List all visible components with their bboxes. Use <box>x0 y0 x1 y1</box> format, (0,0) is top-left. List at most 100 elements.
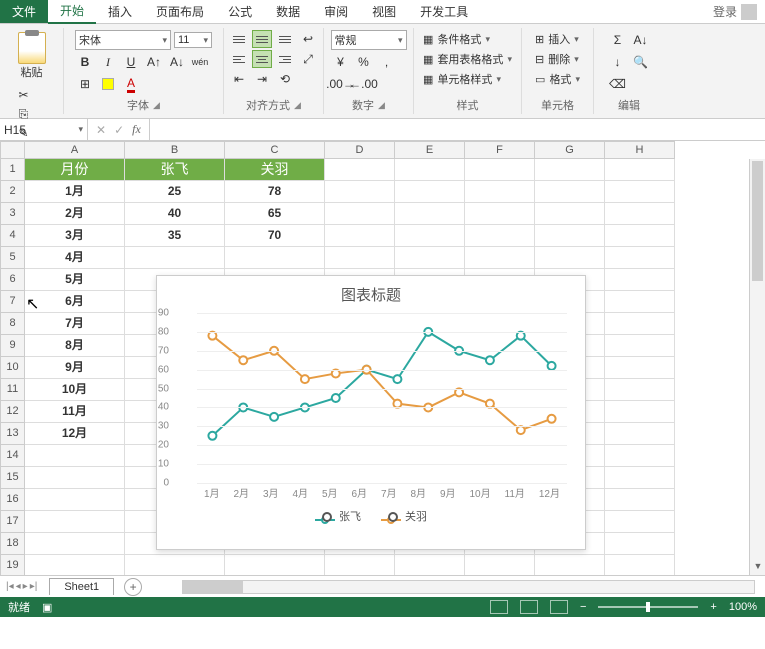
tab-formula[interactable]: 公式 <box>216 0 264 23</box>
cell-H12[interactable] <box>605 401 675 423</box>
cell-B19[interactable] <box>125 555 225 575</box>
number-format-select[interactable]: 常规▾ <box>331 30 407 50</box>
sheet-nav-first[interactable]: |◂ <box>6 581 14 592</box>
cell-E1[interactable] <box>395 159 465 181</box>
phonetic-button[interactable]: wén <box>190 52 210 72</box>
font-size-select[interactable]: 11▾ <box>174 32 212 48</box>
fill-color-button[interactable] <box>98 74 118 94</box>
cell-B5[interactable] <box>125 247 225 269</box>
cell-F2[interactable] <box>465 181 535 203</box>
cell-A3[interactable]: 2月 <box>25 203 125 225</box>
cell-G3[interactable] <box>535 203 605 225</box>
align-right-button[interactable] <box>275 50 295 68</box>
row-header-9[interactable]: 9 <box>0 335 25 357</box>
row-header-4[interactable]: 4 <box>0 225 25 247</box>
add-sheet-button[interactable]: + <box>124 578 142 596</box>
cell-H10[interactable] <box>605 357 675 379</box>
cell-A2[interactable]: 1月 <box>25 181 125 203</box>
tab-dev[interactable]: 开发工具 <box>408 0 480 23</box>
cell-A16[interactable] <box>25 489 125 511</box>
align-top-button[interactable] <box>229 30 249 48</box>
font-color-button[interactable]: A <box>121 74 141 94</box>
login-link[interactable]: 登录 <box>713 3 757 20</box>
orientation-button[interactable]: ⟲ <box>275 70 295 88</box>
tab-file[interactable]: 文件 <box>0 0 48 23</box>
zoom-slider[interactable] <box>598 606 698 608</box>
format-cells-button[interactable]: ▭格式▾ <box>533 70 582 88</box>
cell-G1[interactable] <box>535 159 605 181</box>
sheet-nav-next[interactable]: ▸ <box>23 581 28 592</box>
cell-C3[interactable]: 65 <box>225 203 325 225</box>
legend-item[interactable]: 关羽 <box>381 508 427 524</box>
table-format-button[interactable]: ▦套用表格格式▾ <box>421 50 514 68</box>
cell-C1[interactable]: 关羽 <box>225 159 325 181</box>
row-header-2[interactable]: 2 <box>0 181 25 203</box>
cell-F1[interactable] <box>465 159 535 181</box>
wrap-text-button[interactable]: ↩ <box>298 30 318 48</box>
cell-A6[interactable]: 5月 <box>25 269 125 291</box>
grow-font-button[interactable]: A↑ <box>144 52 164 72</box>
cell-H4[interactable] <box>605 225 675 247</box>
row-header-6[interactable]: 6 <box>0 269 25 291</box>
cell-A9[interactable]: 8月 <box>25 335 125 357</box>
cell-D5[interactable] <box>325 247 395 269</box>
cell-B4[interactable]: 35 <box>125 225 225 247</box>
insert-cells-button[interactable]: ⊞插入▾ <box>533 30 582 48</box>
autosum-button[interactable]: Σ <box>608 30 628 50</box>
chart-title[interactable]: 图表标题 <box>157 276 585 309</box>
cell-H2[interactable] <box>605 181 675 203</box>
cell-D2[interactable] <box>325 181 395 203</box>
cell-H11[interactable] <box>605 379 675 401</box>
cell-A17[interactable] <box>25 511 125 533</box>
cell-D4[interactable] <box>325 225 395 247</box>
cell-A19[interactable] <box>25 555 125 575</box>
currency-button[interactable]: ¥ <box>331 52 351 72</box>
find-button[interactable]: 🔍 <box>631 52 651 72</box>
cell-E4[interactable] <box>395 225 465 247</box>
horizontal-scrollbar[interactable] <box>182 580 755 594</box>
row-header-11[interactable]: 11 <box>0 379 25 401</box>
tab-layout[interactable]: 页面布局 <box>144 0 216 23</box>
cell-G4[interactable] <box>535 225 605 247</box>
name-box[interactable]: H15▾ <box>0 119 88 140</box>
col-header-B[interactable]: B <box>125 141 225 159</box>
row-header-5[interactable]: 5 <box>0 247 25 269</box>
cell-E3[interactable] <box>395 203 465 225</box>
row-header-18[interactable]: 18 <box>0 533 25 555</box>
cell-B1[interactable]: 张飞 <box>125 159 225 181</box>
col-header-E[interactable]: E <box>395 141 465 159</box>
number-launcher[interactable]: ◢ <box>378 100 385 111</box>
align-middle-button[interactable] <box>252 30 272 48</box>
cell-H7[interactable] <box>605 291 675 313</box>
cell-E5[interactable] <box>395 247 465 269</box>
cell-H16[interactable] <box>605 489 675 511</box>
col-header-D[interactable]: D <box>325 141 395 159</box>
cell-A7[interactable]: 6月 <box>25 291 125 313</box>
cell-H18[interactable] <box>605 533 675 555</box>
tab-review[interactable]: 审阅 <box>312 0 360 23</box>
cell-A1[interactable]: 月份 <box>25 159 125 181</box>
dec-decimal-button[interactable]: ←.00 <box>354 74 374 94</box>
shrink-font-button[interactable]: A↓ <box>167 52 187 72</box>
view-page-break-button[interactable] <box>550 600 568 614</box>
row-header-17[interactable]: 17 <box>0 511 25 533</box>
fill-button[interactable]: ↓ <box>608 52 628 72</box>
row-header-13[interactable]: 13 <box>0 423 25 445</box>
cell-A14[interactable] <box>25 445 125 467</box>
cell-H19[interactable] <box>605 555 675 575</box>
cell-F19[interactable] <box>465 555 535 575</box>
cell-H6[interactable] <box>605 269 675 291</box>
cell-A15[interactable] <box>25 467 125 489</box>
select-all-corner[interactable] <box>0 141 25 159</box>
cell-C2[interactable]: 78 <box>225 181 325 203</box>
cell-H1[interactable] <box>605 159 675 181</box>
cell-E2[interactable] <box>395 181 465 203</box>
cell-C19[interactable] <box>225 555 325 575</box>
zoom-in-button[interactable]: + <box>710 601 716 613</box>
font-name-select[interactable]: 宋体▾ <box>75 30 171 50</box>
indent-dec-button[interactable]: ⇤ <box>229 70 249 88</box>
cell-H14[interactable] <box>605 445 675 467</box>
row-header-1[interactable]: 1 <box>0 159 25 181</box>
cell-C4[interactable]: 70 <box>225 225 325 247</box>
chart[interactable]: 图表标题 0102030405060708090 1月2月3月4月5月6月7月8… <box>156 275 586 550</box>
